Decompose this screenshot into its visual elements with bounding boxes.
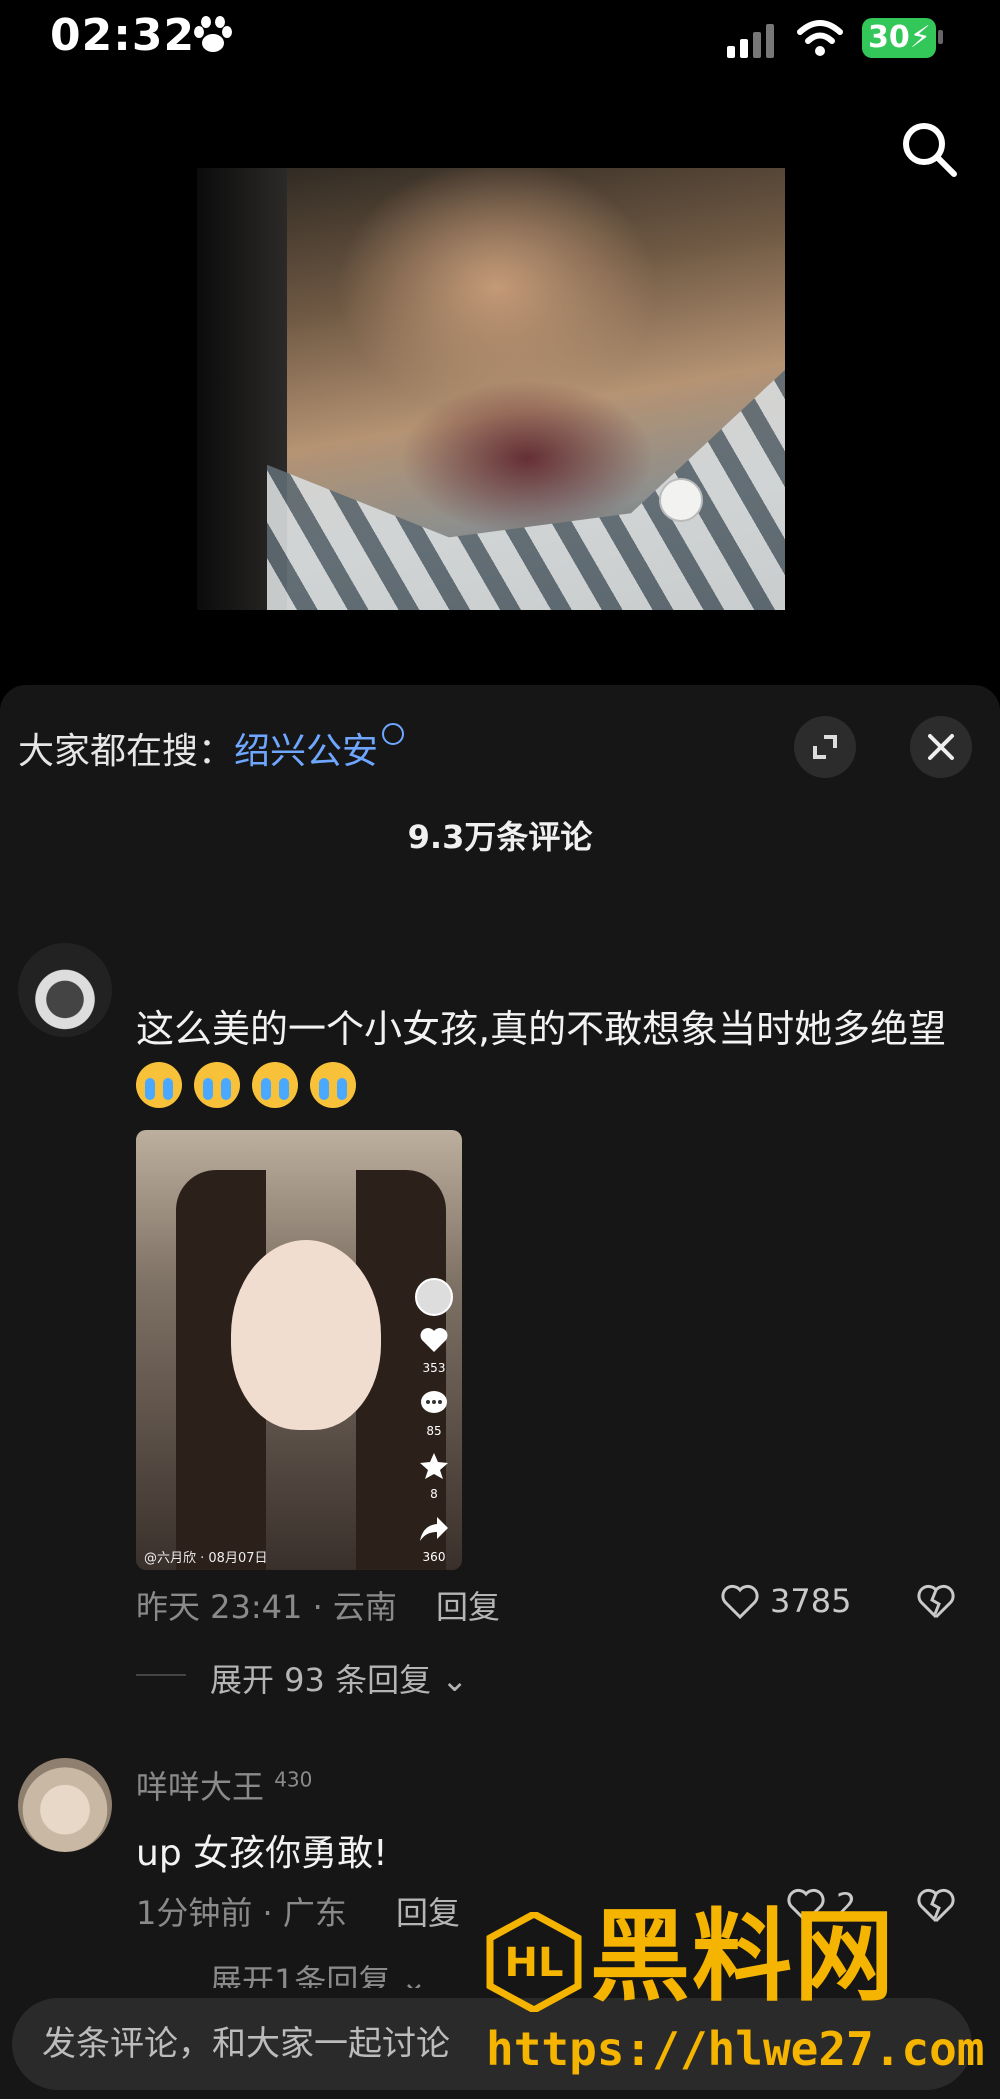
video-shares: 360 <box>422 1550 446 1564</box>
avatar[interactable] <box>18 943 112 1037</box>
paw-icon <box>194 16 232 52</box>
video-caption: @六月欣 · 08月07日 <box>144 1551 268 1566</box>
search-prefix: 大家都在搜： <box>18 731 235 772</box>
broken-heart-icon[interactable] <box>916 1888 956 1924</box>
close-button[interactable] <box>910 716 972 778</box>
star-icon <box>420 1453 448 1479</box>
search-icon[interactable] <box>898 118 960 180</box>
search-suggestion[interactable]: 大家都在搜：绍兴公安 <box>18 722 405 774</box>
watermark-name: 黑料网 <box>590 1898 896 2015</box>
video-comments: 85 <box>426 1424 442 1438</box>
heart-icon[interactable] <box>720 1584 760 1620</box>
search-keyword[interactable]: 绍兴公安 <box>234 731 378 772</box>
comment-text: up 女孩你勇敢! <box>136 1833 388 1874</box>
close-icon <box>928 734 954 760</box>
comment-meta: 1分钟前 · 广东 <box>136 1894 347 1932</box>
battery-cap <box>938 30 943 44</box>
crying-emoji-icon <box>310 1062 356 1108</box>
battery-indicator: 30⚡ <box>862 18 936 58</box>
chevron-down-icon: ⌄ <box>441 1661 469 1699</box>
video-favorites: 8 <box>430 1487 438 1501</box>
like-count: 3785 <box>770 1582 852 1620</box>
username[interactable]: 咩咩大王 430 <box>136 1762 312 1808</box>
reply-button[interactable]: 回复 <box>396 1888 460 1934</box>
search-small-icon <box>382 723 405 745</box>
svg-text:HL: HL <box>505 1940 564 1986</box>
wifi-icon <box>797 20 843 56</box>
user-level-badge: 430 <box>274 1767 313 1792</box>
status-time: 02:32 <box>50 10 196 61</box>
video-likes: 353 <box>422 1361 446 1375</box>
post-photo[interactable] <box>197 168 785 610</box>
comment-bubble-icon <box>421 1391 447 1413</box>
watermark-logo: HL <box>486 1912 582 2012</box>
crying-emoji-icon <box>252 1062 298 1108</box>
share-icon <box>420 1517 448 1541</box>
comment-count: 9.3万条评论 <box>407 818 593 856</box>
heart-icon <box>420 1328 448 1352</box>
expand-button[interactable] <box>794 716 856 778</box>
emoji-row <box>136 1062 368 1114</box>
signal-icon <box>727 24 774 58</box>
crying-emoji-icon <box>136 1062 182 1108</box>
avatar[interactable] <box>18 1758 112 1852</box>
expand-icon <box>813 735 837 759</box>
expand-replies[interactable]: 展开 93 条回复 ⌄ <box>210 1655 468 1701</box>
crying-emoji-icon <box>194 1062 240 1108</box>
comment-text: 这么美的一个小女孩,真的不敢想象当时她多绝望 <box>136 1007 947 1051</box>
divider <box>136 1674 186 1676</box>
watermark-url: https://hlwe27.com <box>486 2022 985 2076</box>
broken-heart-icon[interactable] <box>916 1584 956 1620</box>
comment-meta: 昨天 23:41 · 云南 <box>136 1588 397 1626</box>
comment-video-thumbnail[interactable]: 353 85 8 360 @六月欣 · 08月07日 <box>136 1130 462 1570</box>
reply-button[interactable]: 回复 <box>436 1582 500 1628</box>
